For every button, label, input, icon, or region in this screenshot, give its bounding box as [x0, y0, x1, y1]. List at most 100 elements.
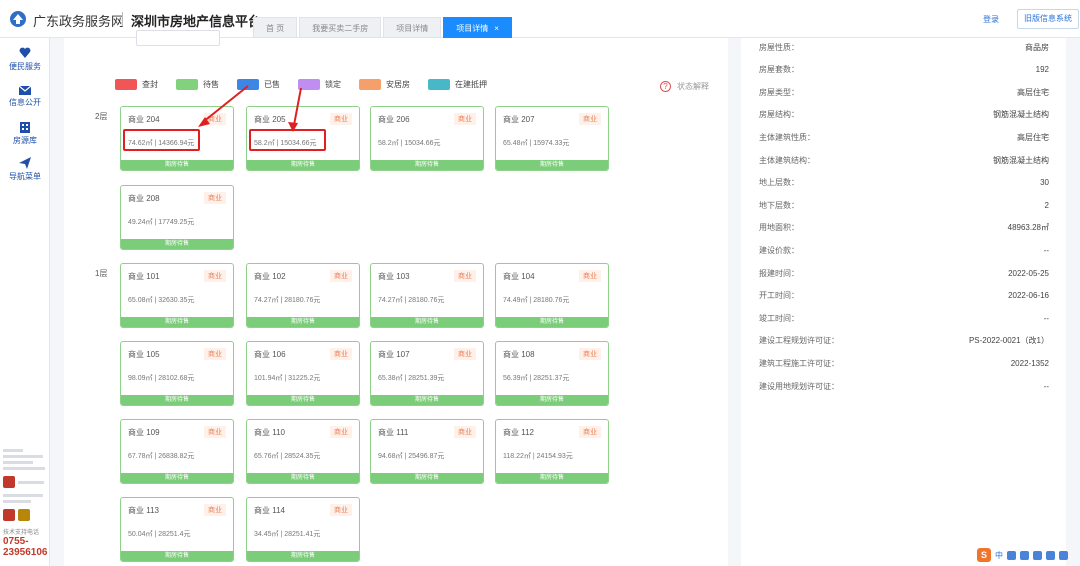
attribute-label: 房屋性质： [759, 42, 799, 52]
unit-area-price: 74.49㎡ | 28180.76元 [503, 297, 570, 304]
unit-name: 商业 111 [378, 428, 409, 437]
highlight-box [249, 129, 326, 151]
grid-icon[interactable] [1059, 550, 1068, 560]
attribute-value: PS-2022-0021（改1） [968, 336, 1049, 346]
unit-card[interactable]: 商业 103 商业 74.27㎡ | 28180.76元 期房待售 [370, 263, 484, 328]
unit-status: 期房待售 [247, 395, 359, 405]
sidebar-item-convenience[interactable]: 便民服务 [0, 46, 50, 72]
unit-name: 商业 103 [378, 272, 410, 281]
unit-name: 商业 112 [503, 428, 534, 437]
legend-label: 待售 [203, 80, 219, 89]
gov-logo-icon [10, 11, 26, 27]
sidebar-badges [3, 476, 49, 488]
unit-card[interactable]: 商业 207 商业 65.48㎡ | 15974.33元 期房待售 [495, 106, 609, 171]
sidebar-item-label: 信息公开 [9, 98, 41, 107]
unit-type-tag: 商业 [579, 113, 601, 125]
attribute-label: 主体建筑结构： [759, 155, 815, 165]
unit-type-tag: 商业 [330, 504, 352, 516]
ime-logo-icon[interactable]: S [977, 548, 991, 562]
sidebar-item-listings[interactable]: 房源库 [0, 120, 50, 146]
attribute-label: 报建时间： [759, 268, 799, 278]
legend-label: 锁定 [325, 80, 341, 89]
legend-label: 查封 [142, 80, 158, 89]
unit-type-tag: 商业 [454, 348, 476, 360]
unit-area-price: 58.2㎡ | 15034.66元 [378, 140, 441, 147]
unit-card[interactable]: 商业 107 商业 65.38㎡ | 28251.39元 期房待售 [370, 341, 484, 406]
unit-card[interactable]: 商业 102 商业 74.27㎡ | 28180.76元 期房待售 [246, 263, 360, 328]
clothes-icon[interactable] [1046, 550, 1055, 560]
unit-card[interactable]: 商业 206 商业 58.2㎡ | 15034.66元 期房待售 [370, 106, 484, 171]
legend-label: 已售 [264, 80, 280, 89]
unit-status: 期房待售 [371, 395, 483, 405]
legend-swatch [298, 79, 320, 90]
attribute-row: 房屋套数： 192 [759, 59, 1049, 81]
legend-item: 安居房 [359, 79, 410, 90]
gov-site-name[interactable]: 广东政务服务网 [33, 11, 124, 30]
keyboard-icon[interactable] [1033, 550, 1042, 560]
unit-status: 期房待售 [371, 317, 483, 327]
unit-type-tag: 商业 [579, 426, 601, 438]
unit-card[interactable]: 商业 208 商业 49.24㎡ | 17749.25元 期房待售 [120, 185, 234, 250]
tab-project-detail-active[interactable]: 项目详情 × [443, 17, 512, 38]
sidebar-item-label: 导航菜单 [9, 172, 41, 181]
close-icon[interactable]: × [494, 24, 499, 33]
ime-mode[interactable]: 中 [995, 550, 1003, 561]
unit-card[interactable]: 商业 111 商业 94.68㎡ | 25496.87元 期房待售 [370, 419, 484, 484]
legend-swatch [115, 79, 137, 90]
sidebar-item-nav-menu[interactable]: 导航菜单 [0, 156, 50, 182]
tab-home[interactable]: 首 页 [253, 17, 298, 38]
tab-buy-sell-resale[interactable]: 我要买卖二手房 [299, 17, 382, 38]
platform-title: 深圳市房地产信息平台 [131, 14, 262, 29]
unit-card[interactable]: 商业 105 商业 98.09㎡ | 28102.68元 期房待售 [120, 341, 234, 406]
sidebar-item-public-info[interactable]: 信息公开 [0, 84, 50, 108]
unit-card[interactable]: 商业 106 商业 101.94㎡ | 31225.2元 期房待售 [246, 341, 360, 406]
unit-status: 期房待售 [121, 395, 233, 405]
legend-item: 已售 [237, 79, 280, 90]
unit-card[interactable]: 商业 113 商业 50.04㎡ | 28251.4元 期房待售 [120, 497, 234, 562]
unit-status: 期房待售 [371, 160, 483, 170]
heart-hand-icon [19, 47, 31, 58]
unit-type-tag: 商业 [579, 270, 601, 282]
unit-area-price: 65.48㎡ | 15974.33元 [503, 140, 570, 147]
attribute-value: 48963.28㎡ [1007, 223, 1049, 233]
unit-name: 商业 106 [254, 350, 286, 359]
unit-card[interactable]: 商业 109 商业 67.78㎡ | 26838.82元 期房待售 [120, 419, 234, 484]
attribute-row: 主体建筑性质： 高层住宅 [759, 126, 1049, 148]
unit-card[interactable]: 商业 104 商业 74.49㎡ | 28180.76元 期房待售 [495, 263, 609, 328]
tab-project-detail[interactable]: 项目详情 [383, 17, 442, 38]
status-help[interactable]: ? 状态解释 [660, 81, 709, 92]
attribute-row: 开工时间： 2022-06-16 [759, 285, 1049, 307]
unit-area-price: 65.08㎡ | 32630.35元 [128, 297, 195, 304]
unit-card[interactable]: 商业 114 商业 34.45㎡ | 28251.41元 期房待售 [246, 497, 360, 562]
attribute-value: 钢筋混凝土结构 [993, 155, 1049, 165]
unit-type-tag: 商业 [330, 426, 352, 438]
building-select[interactable] [136, 30, 220, 46]
punctuation-icon[interactable] [1007, 550, 1016, 560]
sidebar-badges-2 [3, 509, 49, 521]
legend-label: 在建抵押 [455, 80, 487, 89]
attribute-label: 地下层数： [759, 200, 799, 210]
unit-status: 期房待售 [496, 395, 608, 405]
unit-area-price: 101.94㎡ | 31225.2元 [254, 375, 321, 382]
attribute-row: 地上层数： 30 [759, 172, 1049, 194]
attribute-label: 建设用地规划许可证： [759, 381, 839, 391]
unit-name: 商业 105 [128, 350, 160, 359]
attribute-value: -- [1043, 313, 1049, 323]
sidebar-item-label: 房源库 [13, 136, 37, 145]
unit-card[interactable]: 商业 112 商业 118.22㎡ | 24154.93元 期房待售 [495, 419, 609, 484]
login-link[interactable]: 登录 [983, 14, 999, 25]
unit-name: 商业 101 [128, 272, 160, 281]
police-badge-icon [3, 476, 15, 488]
old-system-button[interactable]: 旧版信息系统 [1017, 9, 1079, 29]
attribute-row: 建设价款： -- [759, 239, 1049, 261]
unit-status: 期房待售 [121, 473, 233, 483]
left-sidebar: 便民服务 信息公开 房源库 导航菜单 技术支持电话 0755-23956106 [0, 38, 50, 566]
highlight-box [123, 129, 200, 151]
unit-card[interactable]: 商业 101 商业 65.08㎡ | 32630.35元 期房待售 [120, 263, 234, 328]
unit-name: 商业 109 [128, 428, 160, 437]
unit-card[interactable]: 商业 110 商业 65.76㎡ | 28524.35元 期房待售 [246, 419, 360, 484]
microphone-icon[interactable] [1020, 550, 1029, 560]
unit-type-tag: 商业 [204, 426, 226, 438]
legend-swatch [428, 79, 450, 90]
unit-card[interactable]: 商业 108 商业 56.39㎡ | 28251.37元 期房待售 [495, 341, 609, 406]
